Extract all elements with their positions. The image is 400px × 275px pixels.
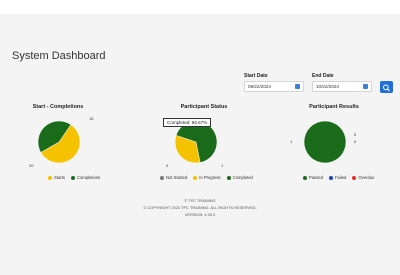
start-date-input[interactable]: 09/22/2024 (244, 81, 304, 92)
footer-line-1: © TPC TRAINING (184, 198, 216, 203)
start-date-label: Start Date (244, 73, 268, 79)
calendar-icon[interactable] (363, 84, 368, 89)
pie-data-label: 0 (354, 132, 357, 137)
top-bar (0, 0, 400, 14)
legend-item-passed[interactable]: Passed (303, 175, 323, 180)
legend-status: Not Started In Progress Completed (160, 175, 253, 180)
end-date-label: End Date (312, 73, 334, 79)
pie-chart-results: 0 0 1 (290, 120, 357, 164)
pie-chart-completions: 1520 (29, 116, 94, 168)
legend-item-overdue[interactable]: Overdue (352, 175, 374, 180)
pie-data-label: 15 (89, 116, 94, 121)
pie-data-label: 0 (166, 163, 169, 168)
pie-slice-passed[interactable] (303, 120, 347, 164)
pie-data-label: 0 (354, 139, 357, 144)
legend-item-not-started[interactable]: Not Started (160, 175, 187, 180)
start-date-value: 09/22/2024 (248, 84, 271, 89)
legend-item-in-progress[interactable]: In Progress (193, 175, 221, 180)
page-title: System Dashboard (12, 50, 106, 62)
end-date-input[interactable]: 10/22/2024 (312, 81, 372, 92)
legend-item-failed[interactable]: Failed (328, 175, 346, 180)
pie-data-label: 1 (221, 163, 224, 168)
calendar-icon[interactable] (295, 84, 300, 89)
footer-line-2: © COPYRIGHT 2024 TPC TRAINING. ALL RIGHT… (143, 205, 257, 210)
status-tooltip: Completed: 66.67% (163, 118, 212, 127)
chart-title-status: Participant Status (180, 104, 228, 110)
search-button[interactable] (380, 81, 393, 93)
legend-results: Passed Failed Overdue (303, 175, 374, 180)
end-date-value: 10/22/2024 (316, 84, 339, 89)
legend-item-completed[interactable]: Completed (226, 175, 253, 180)
chart-title-completions: Start - Completions (32, 104, 84, 110)
legend-completions: Starts Completions (48, 175, 100, 180)
legend-item-starts[interactable]: Starts (48, 175, 65, 180)
footer-line-3: VERSION: 4.33.0 (184, 212, 216, 217)
legend-item-completions[interactable]: Completions (70, 175, 100, 180)
pie-data-label: 20 (29, 163, 34, 168)
pie-data-label: 1 (290, 139, 293, 144)
chart-title-results: Participant Results (309, 104, 359, 110)
search-icon (383, 84, 390, 92)
